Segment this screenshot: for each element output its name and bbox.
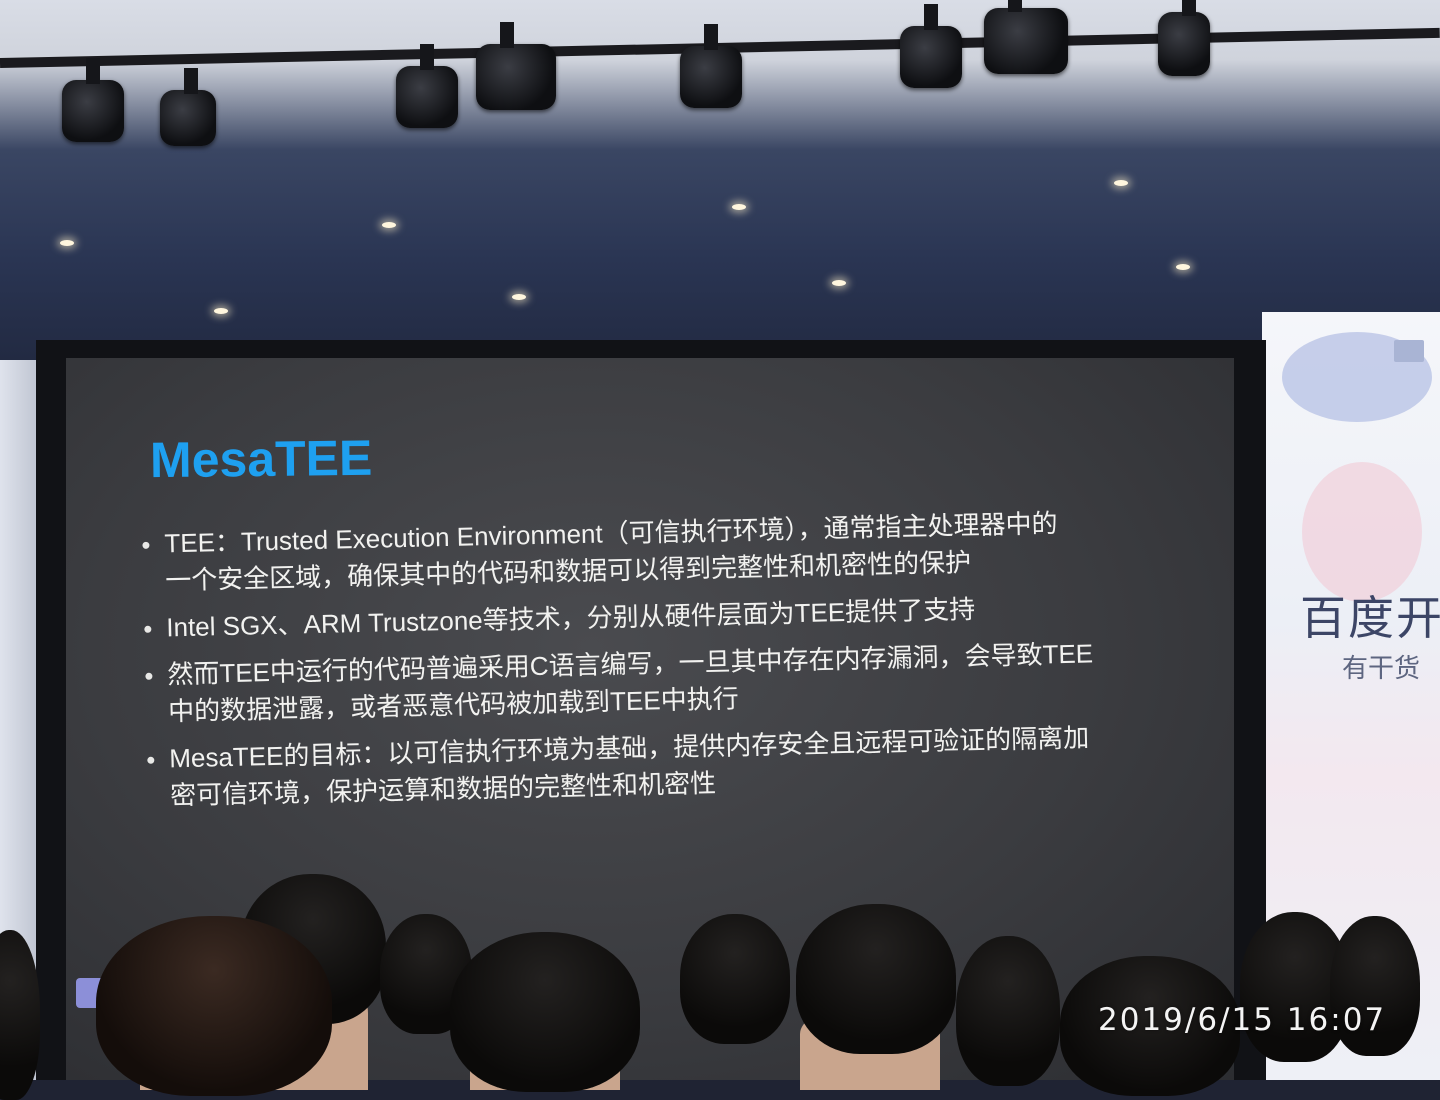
- ceiling-downlight: [512, 294, 526, 300]
- ceiling-downlight: [1176, 264, 1190, 270]
- audience-head: [796, 904, 956, 1054]
- stage-light: [680, 24, 742, 108]
- slide-bullet: 然而TEE中运行的代码普遍采用C语言编写，一旦其中存在内存漏洞，会导致TEE 中…: [141, 634, 1142, 731]
- slide-bullet-list: TEE：Trusted Execution Environment（可信执行环境…: [138, 503, 1145, 825]
- ceiling-downlight: [1114, 180, 1128, 186]
- stage-light: [396, 44, 458, 128]
- stage-light: [1158, 0, 1210, 76]
- ceiling: [0, 0, 1440, 360]
- banner-subtitle: 有干货: [1342, 654, 1421, 684]
- ceiling-downlight: [382, 222, 396, 228]
- photo-timestamp: 2019/6/15 16:07: [1098, 1002, 1387, 1038]
- ceiling-downlight: [732, 204, 746, 210]
- audience-head: [0, 930, 40, 1100]
- ceiling-downlight: [214, 308, 228, 314]
- stage-light: [476, 22, 556, 110]
- ceiling-downlight: [832, 280, 846, 286]
- stage-light: [62, 58, 124, 142]
- slide-title: MesaTEE: [149, 429, 373, 489]
- slide-bullet: TEE：Trusted Execution Environment（可信执行环境…: [138, 503, 1139, 600]
- audience-head: [450, 932, 640, 1092]
- stage-light: [984, 0, 1068, 74]
- audience-head: [956, 936, 1060, 1086]
- banner-logo-icon: [1394, 340, 1424, 362]
- banner-decoration: [1302, 462, 1422, 602]
- stage-light: [160, 68, 216, 146]
- audience-head: [96, 916, 332, 1096]
- ceiling-downlight: [60, 240, 74, 246]
- banner-title: 百度开: [1300, 591, 1440, 645]
- slide-bullet: MesaTEE的目标：以可信执行环境为基础，提供内存安全且远程可验证的隔离加 密…: [143, 718, 1144, 815]
- audience-head: [680, 914, 790, 1044]
- audience: [0, 860, 1440, 1100]
- stage-light: [900, 4, 962, 88]
